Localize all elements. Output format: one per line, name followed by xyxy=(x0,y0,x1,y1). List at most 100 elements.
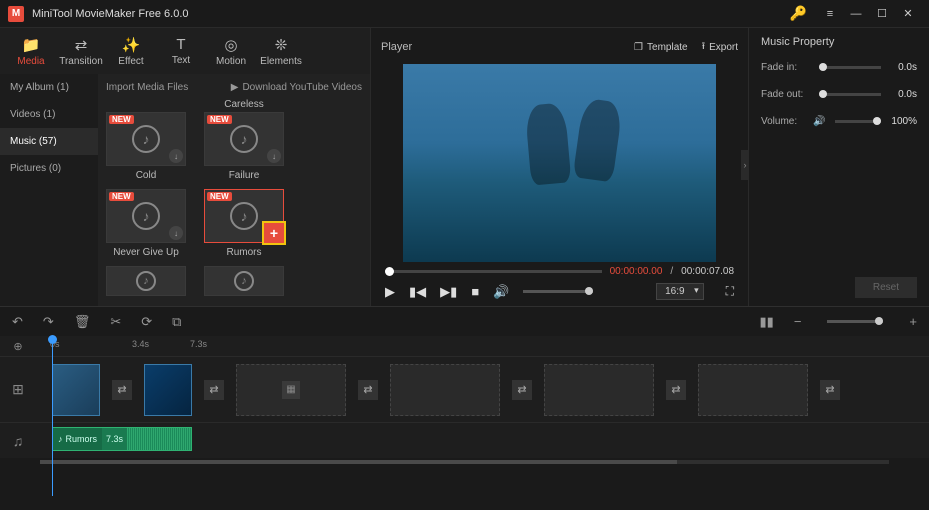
transition-slot[interactable]: ⇄ xyxy=(820,380,840,400)
video-clip-1[interactable] xyxy=(52,364,100,416)
music-note-icon: ♪ xyxy=(132,202,160,230)
tab-elements[interactable]: ❊Elements xyxy=(256,31,306,71)
media-item-failure[interactable]: NEW♪↓ Failure xyxy=(204,112,284,181)
app-logo: M xyxy=(8,6,24,22)
menu-icon[interactable]: ≡ xyxy=(817,1,843,27)
import-media-link[interactable]: Import Media Files xyxy=(106,82,188,93)
undo-button[interactable]: ↶ xyxy=(12,314,23,330)
minimize-button[interactable]: — xyxy=(843,1,869,27)
youtube-icon: ▶ xyxy=(231,82,239,93)
transition-slot[interactable]: ⇄ xyxy=(358,380,378,400)
download-icon[interactable]: ↓ xyxy=(169,226,183,240)
fade-in-value: 0.0s xyxy=(887,62,917,73)
export-icon: ⭱ xyxy=(702,39,706,56)
tab-text[interactable]: T Text xyxy=(156,31,206,71)
maximize-button[interactable]: ☐ xyxy=(869,1,895,27)
crop-button[interactable]: ⧉ xyxy=(172,314,181,330)
fade-out-slider[interactable] xyxy=(819,93,881,96)
media-item[interactable]: ♪ xyxy=(106,266,186,296)
tab-motion[interactable]: ◎Motion xyxy=(206,31,256,71)
media-item-cold[interactable]: NEW♪↓ Cold xyxy=(106,112,186,181)
sidebar-item-pictures[interactable]: Pictures (0) xyxy=(0,155,98,182)
close-button[interactable]: ✕ xyxy=(895,1,921,27)
stop-button[interactable]: ■ xyxy=(471,284,479,299)
tab-effect[interactable]: ✨Effect xyxy=(106,31,156,71)
time-ruler[interactable]: 0s 3.4s 7.3s xyxy=(36,336,929,356)
aspect-ratio-select[interactable]: 16:9 xyxy=(656,283,703,300)
tab-media[interactable]: 📁 Media xyxy=(6,31,56,71)
media-item[interactable]: ♪ xyxy=(204,266,284,296)
empty-clip-slot[interactable]: ▦ xyxy=(236,364,346,416)
empty-clip-slot[interactable] xyxy=(698,364,808,416)
add-clip-icon: ▦ xyxy=(282,381,300,399)
time-current: 00:00:00.00 xyxy=(610,266,663,277)
empty-clip-slot[interactable] xyxy=(544,364,654,416)
main-tabbar: 📁 Media ⇄ Transition ✨Effect T Text ◎Motion… xyxy=(0,28,370,74)
time-total: 00:00:07.08 xyxy=(681,266,734,277)
tab-transition[interactable]: ⇄ Transition xyxy=(56,31,106,71)
zoom-slider[interactable] xyxy=(827,320,883,323)
fullscreen-button[interactable]: ⛶ xyxy=(726,284,734,299)
playhead[interactable] xyxy=(52,336,53,496)
media-name-careless: Careless xyxy=(204,99,284,110)
fit-button[interactable]: ▮▮ xyxy=(760,314,774,330)
volume-icon[interactable]: 🔊 xyxy=(493,284,509,300)
collapse-handle[interactable]: › xyxy=(741,150,749,180)
zoom-out-button[interactable]: − xyxy=(794,314,802,329)
app-title: MiniTool MovieMaker Free 6.0.0 xyxy=(32,8,189,20)
media-item-never-give-up[interactable]: NEW♪↓ Never Give Up xyxy=(106,189,186,258)
speaker-icon[interactable]: 🔊 xyxy=(813,116,825,127)
add-track-button[interactable]: ⊕ xyxy=(0,340,36,353)
transition-slot[interactable]: ⇄ xyxy=(666,380,686,400)
music-note-icon: ♪ xyxy=(132,125,160,153)
zoom-in-button[interactable]: + xyxy=(909,314,917,329)
music-note-icon: ♪ xyxy=(230,125,258,153)
video-track-icon[interactable]: ⊞ xyxy=(0,381,36,398)
sidebar-item-videos[interactable]: Videos (1) xyxy=(0,101,98,128)
sidebar-item-album[interactable]: My Album (1) xyxy=(0,74,98,101)
delete-button[interactable]: 🗑 xyxy=(74,314,91,330)
timeline-scrollbar[interactable] xyxy=(0,458,929,466)
redo-button[interactable]: ↷ xyxy=(43,314,54,330)
text-icon: T xyxy=(176,36,185,53)
audio-track-icon[interactable]: ♫ xyxy=(0,433,36,449)
download-icon[interactable]: ↓ xyxy=(169,149,183,163)
transition-icon: ⇄ xyxy=(75,36,88,54)
tab-text-label: Text xyxy=(172,55,190,66)
playback-progress[interactable] xyxy=(385,270,602,273)
properties-title: Music Property xyxy=(761,36,917,48)
properties-panel: › Music Property Fade in: 0.0s Fade out:… xyxy=(749,28,929,306)
folder-icon: 📁 xyxy=(22,36,41,54)
empty-clip-slot[interactable] xyxy=(390,364,500,416)
download-icon[interactable]: ↓ xyxy=(267,149,281,163)
tab-media-label: Media xyxy=(17,56,44,67)
tab-transition-label: Transition xyxy=(59,56,103,67)
sidebar-item-music[interactable]: Music (57) xyxy=(0,128,98,155)
library-sidebar: My Album (1) Videos (1) Music (57) Pictu… xyxy=(0,74,98,306)
transition-slot[interactable]: ⇄ xyxy=(204,380,224,400)
media-item-rumors[interactable]: NEW♪+ Rumors xyxy=(204,189,284,258)
fade-in-slider[interactable] xyxy=(819,66,881,69)
transition-slot[interactable]: ⇄ xyxy=(112,380,132,400)
split-button[interactable]: ✂ xyxy=(110,314,121,330)
export-button[interactable]: ⭱Export xyxy=(702,39,738,56)
tab-effect-label: Effect xyxy=(118,56,143,67)
volume-slider[interactable] xyxy=(523,290,593,293)
download-youtube-link[interactable]: ▶Download YouTube Videos xyxy=(231,82,362,93)
add-to-timeline-button[interactable]: + xyxy=(264,223,284,243)
transition-slot[interactable]: ⇄ xyxy=(512,380,532,400)
audio-clip-rumors[interactable]: ♪Rumors 7.3s xyxy=(52,427,192,451)
video-preview[interactable] xyxy=(403,64,716,262)
music-volume-slider[interactable] xyxy=(835,120,881,123)
reset-button[interactable]: Reset xyxy=(855,277,917,298)
next-frame-button[interactable]: ▶▮ xyxy=(440,284,457,300)
template-button[interactable]: ❐Template xyxy=(634,42,688,53)
speed-button[interactable]: ⟳ xyxy=(141,314,152,330)
video-clip-2[interactable] xyxy=(144,364,192,416)
play-button[interactable]: ▶ xyxy=(385,284,395,300)
fade-out-value: 0.0s xyxy=(887,89,917,100)
template-icon: ❐ xyxy=(634,42,643,53)
video-track: ⊞ ⇄ ⇄ ▦ ⇄ ⇄ ⇄ ⇄ xyxy=(0,356,929,422)
prev-frame-button[interactable]: ▮◀ xyxy=(409,284,426,300)
license-key-icon[interactable]: 🔑 xyxy=(790,5,807,22)
